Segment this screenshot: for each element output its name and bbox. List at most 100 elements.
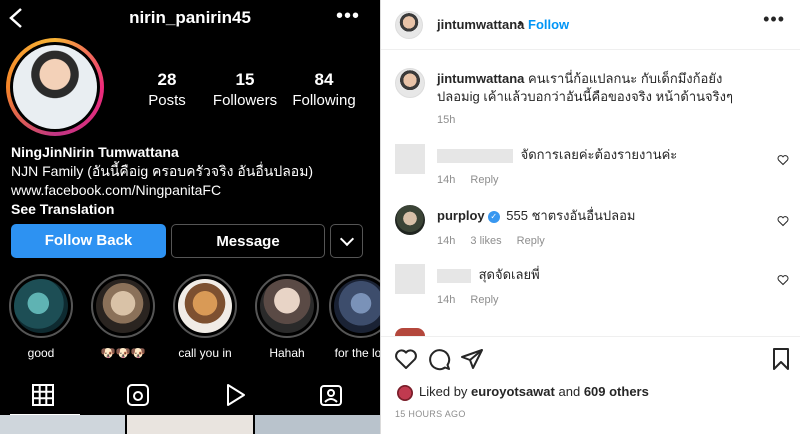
redacted-username — [437, 148, 513, 163]
post-header: jintumwattana • Follow ••• — [381, 0, 800, 50]
comment-time: 14h — [437, 174, 456, 186]
comment-meta: 14h Reply — [437, 174, 511, 186]
highlight-caption: 🐶🐶🐶 — [100, 346, 146, 360]
comment: purploy ✓ 555 ชาตรงอันอื่นปลอม 14h 3 like… — [395, 205, 795, 255]
heart-icon[interactable] — [777, 274, 789, 286]
highlight-for-the-love[interactable]: for the lov — [320, 274, 380, 360]
post-actions-bar — [381, 336, 800, 382]
comment-time: 14h — [437, 235, 456, 247]
following-count[interactable]: 84 Following — [279, 70, 369, 109]
commenter-avatar[interactable] — [395, 144, 425, 174]
share-icon[interactable] — [460, 347, 484, 371]
comment-icon[interactable] — [427, 347, 451, 371]
profile-display-name: NingJinNirin Tumwattana — [11, 144, 179, 160]
post-thumbnail[interactable] — [127, 415, 253, 434]
message-button[interactable]: Message — [171, 224, 325, 258]
suggested-dropdown-button[interactable] — [330, 224, 363, 258]
comment-body: จัดการเลยค่ะต้องรายงานค่ะ — [437, 146, 757, 164]
comment-partial — [395, 328, 425, 336]
grid-icon[interactable] — [30, 382, 56, 408]
comment: จัดการเลยค่ะต้องรายงานค่ะ 14h Reply — [395, 144, 795, 194]
liker-avatar[interactable] — [397, 384, 413, 401]
comment-body: สุดจัดเลยพี่ — [437, 266, 757, 284]
highlight-call-you-in[interactable]: call you in — [164, 274, 246, 360]
highlight-hahah[interactable]: Hahah — [246, 274, 328, 360]
see-translation-link[interactable]: See Translation — [11, 200, 371, 219]
posts-number: 28 — [157, 70, 177, 89]
reels-icon[interactable] — [125, 382, 151, 408]
highlight-caption: for the lov — [334, 346, 380, 360]
followers-count[interactable]: 15 Followers — [200, 70, 290, 109]
comment-username[interactable]: purploy — [437, 208, 485, 223]
comment-meta: 14h Reply — [437, 294, 511, 306]
caption-avatar[interactable] — [395, 68, 425, 98]
follow-link[interactable]: Follow — [528, 17, 569, 32]
chevron-down-icon — [339, 231, 355, 247]
reply-link[interactable]: Reply — [517, 235, 545, 247]
posts-count[interactable]: 28 Posts — [122, 70, 212, 109]
post-owner-avatar[interactable] — [395, 11, 423, 39]
caption-time: 15h — [437, 114, 456, 126]
posts-label: Posts — [148, 92, 186, 109]
following-number: 84 — [314, 70, 334, 89]
bio-link[interactable]: www.facebook.com/NingpanitaFC — [11, 181, 371, 200]
comment: สุดจัดเลยพี่ 14h Reply — [395, 264, 795, 314]
tagged-icon[interactable] — [318, 382, 344, 408]
highlight-cover — [260, 279, 314, 333]
liker-username[interactable]: euroyotsawat — [471, 384, 555, 399]
post-timestamp[interactable]: 15 HOURS AGO — [395, 409, 466, 419]
caption-body: jintumwattana คนเรานี่ก้อแปลกนะ กับเด็กม… — [437, 70, 757, 106]
comment-text: สุดจัดเลยพี่ — [478, 267, 540, 282]
reply-link[interactable]: Reply — [470, 294, 498, 306]
profile-tabs — [0, 374, 380, 414]
followers-number: 15 — [235, 70, 255, 89]
following-label: Following — [292, 92, 356, 109]
post-caption: jintumwattana คนเรานี่ก้อแปลกนะ กับเด็กม… — [395, 68, 795, 128]
highlight-dogs[interactable]: 🐶🐶🐶 — [82, 274, 164, 360]
post-panel: jintumwattana • Follow ••• jintumwattana… — [380, 0, 800, 434]
bio-text: NJN Family (อันนี้คือig ครอบครัวจริง อัน… — [11, 163, 314, 179]
heart-icon[interactable] — [777, 215, 789, 227]
liked-by-line: Liked by euroyotsawat and 609 others — [397, 384, 649, 401]
comment-time: 14h — [437, 294, 456, 306]
caption-meta: 15h — [437, 114, 467, 126]
comment-meta: 14h 3 likes Reply — [437, 235, 557, 247]
post-thumbnail[interactable] — [254, 415, 380, 434]
followers-label: Followers — [212, 92, 278, 109]
highlight-cover — [14, 279, 68, 333]
redacted-username — [437, 268, 471, 283]
highlight-cover — [178, 279, 232, 333]
highlight-cover — [334, 279, 380, 333]
liked-by-and: and — [558, 384, 581, 399]
liked-by-prefix: Liked by — [419, 384, 468, 399]
comment-body: purploy ✓ 555 ชาตรงอันอื่นปลอม — [437, 207, 757, 225]
profile-screen: nirin_panirin45 ••• 28 Posts 15 Follower… — [0, 0, 380, 434]
verified-badge-icon: ✓ — [487, 210, 500, 223]
liked-by-others[interactable]: 609 others — [584, 384, 649, 399]
commenter-avatar[interactable] — [395, 264, 425, 294]
profile-avatar[interactable] — [6, 38, 104, 136]
comment-likes[interactable]: 3 likes — [470, 235, 501, 247]
highlight-caption: good — [27, 346, 55, 360]
profile-username: nirin_panirin45 — [129, 8, 251, 27]
profile-top-bar: nirin_panirin45 ••• — [0, 0, 380, 36]
play-icon[interactable] — [222, 382, 248, 408]
bookmark-icon[interactable] — [769, 347, 793, 371]
caption-username[interactable]: jintumwattana — [437, 71, 524, 86]
follow-back-button[interactable]: Follow Back — [11, 224, 166, 258]
comment-text: 555 ชาตรงอันอื่นปลอม — [506, 208, 636, 223]
highlight-good[interactable]: good — [0, 274, 82, 360]
comment-text: จัดการเลยค่ะต้องรายงานค่ะ — [520, 147, 678, 162]
avatar-photo — [13, 45, 97, 129]
post-thumbnail[interactable] — [0, 415, 126, 434]
highlight-caption: call you in — [178, 346, 232, 360]
more-options-icon[interactable]: ••• — [763, 10, 785, 28]
profile-bio: NingJinNirin Tumwattana NJN Family (อันน… — [11, 143, 371, 219]
more-options-icon[interactable]: ••• — [336, 6, 360, 26]
commenter-avatar[interactable] — [395, 205, 425, 235]
reply-link[interactable]: Reply — [470, 174, 498, 186]
like-heart-icon[interactable] — [394, 347, 418, 371]
post-owner-username[interactable]: jintumwattana — [437, 17, 524, 32]
highlight-caption: Hahah — [269, 346, 305, 360]
heart-icon[interactable] — [777, 154, 789, 166]
